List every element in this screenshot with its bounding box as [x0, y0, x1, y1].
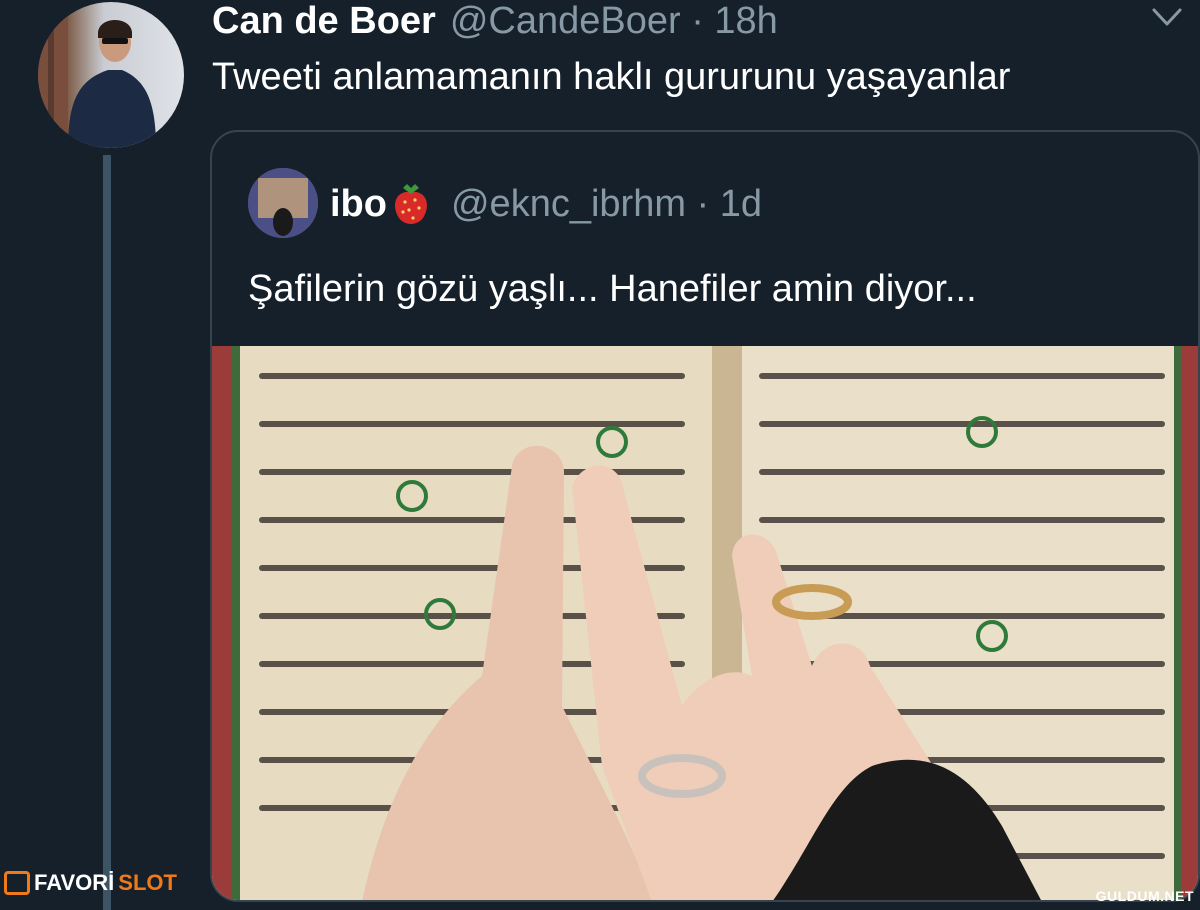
- chevron-down-icon[interactable]: [1150, 2, 1184, 32]
- author-handle-time[interactable]: @CandeBoer · 18h: [450, 0, 778, 43]
- tweet-header: Can de Boer @CandeBoer · 18h: [212, 0, 778, 44]
- quoted-tweet-photo[interactable]: [212, 346, 1198, 900]
- quoted-tweet-header: ibo @eknc_ibrhm · 1d: [330, 178, 762, 230]
- watermark-left-a: FAVORİ: [34, 870, 115, 895]
- author-avatar[interactable]: [38, 2, 184, 148]
- favorislot-watermark: FAVORİ SLOT: [4, 870, 177, 896]
- quoted-tweet-text: Şafilerin gözü yaşlı... Hanefiler amin d…: [248, 268, 977, 310]
- quoted-author-handle-time[interactable]: @eknc_ibrhm · 1d: [451, 183, 762, 226]
- watermark-left-b: SLOT: [118, 870, 177, 895]
- tweet-text: Tweeti anlamamanın haklı gururunu yaşaya…: [212, 56, 1011, 98]
- thread-line: [103, 155, 111, 910]
- quoted-tweet-card[interactable]: ibo @eknc_ibrhm · 1d Şafilerin gözü yaşl…: [210, 130, 1200, 902]
- quoted-author-avatar[interactable]: [248, 168, 318, 238]
- guldum-watermark: GULDUM.NET: [1095, 888, 1194, 904]
- strawberry-icon: [394, 184, 427, 224]
- favorislot-logo-icon: [4, 871, 30, 895]
- quoted-author-name[interactable]: ibo: [330, 183, 387, 226]
- author-name[interactable]: Can de Boer: [212, 0, 436, 43]
